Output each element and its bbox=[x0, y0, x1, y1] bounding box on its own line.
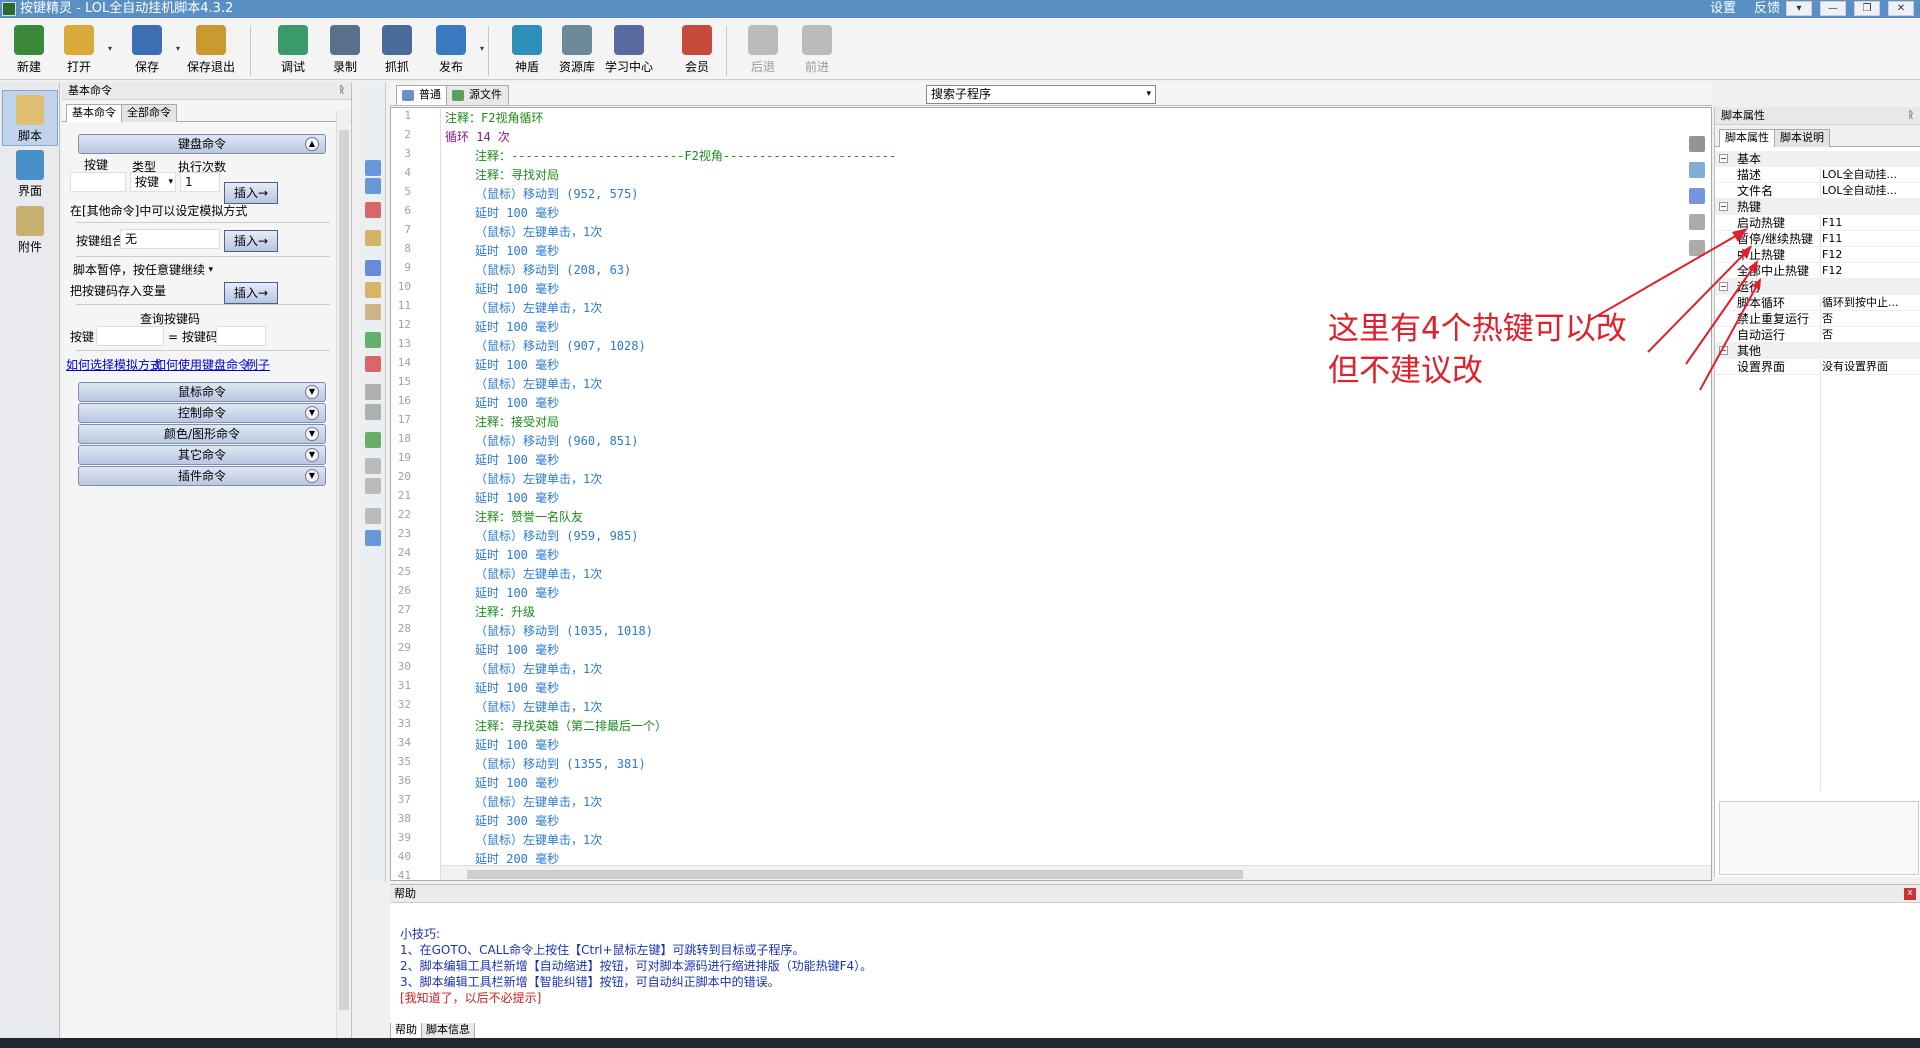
taskbar-strip bbox=[0, 1038, 1920, 1048]
annotation-line-1: 这里有4个热键可以改 bbox=[1328, 311, 1627, 347]
annotation-line-2: 但不建议改 bbox=[1328, 353, 1483, 389]
dismiss-tips-link[interactable]: [我知道了，以后不必提示] bbox=[400, 989, 541, 1006]
annotation-arrow bbox=[1647, 246, 1752, 353]
bottom-tabs: 帮助 脚本信息 bbox=[390, 1022, 790, 1039]
help-tip-3: 3、脚本编辑工具栏新增【智能纠错】按钮，可自动纠正脚本中的错误。 bbox=[400, 975, 780, 989]
help-tip-1: 1、在GOTO、CALL命令上按住【Ctrl+鼠标左键】可跳转到目标或子程序。 bbox=[400, 943, 805, 957]
help-header: 帮助 x bbox=[390, 885, 1920, 903]
help-title: 帮助 bbox=[394, 887, 416, 900]
close-icon[interactable]: x bbox=[1904, 888, 1916, 900]
help-tip-2: 2、脚本编辑工具栏新增【自动缩进】按钮，可对脚本源码进行缩进排版（功能热键F4）… bbox=[400, 959, 873, 973]
arrow-head bbox=[1732, 228, 1748, 242]
annotation-arrow bbox=[1699, 279, 1761, 391]
annotation-text: 这里有4个热键可以改 但不建议改 bbox=[1328, 308, 1627, 392]
tab-help[interactable]: 帮助 bbox=[390, 1023, 422, 1039]
help-panel: 帮助 x 小技巧: 1、在GOTO、CALL命令上按住【Ctrl+鼠标左键】可跳转… bbox=[390, 884, 1920, 1038]
arrow-head bbox=[1752, 278, 1761, 290]
tab-script-info[interactable]: 脚本信息 bbox=[421, 1023, 475, 1039]
help-tip-title: 小技巧: bbox=[400, 927, 441, 941]
